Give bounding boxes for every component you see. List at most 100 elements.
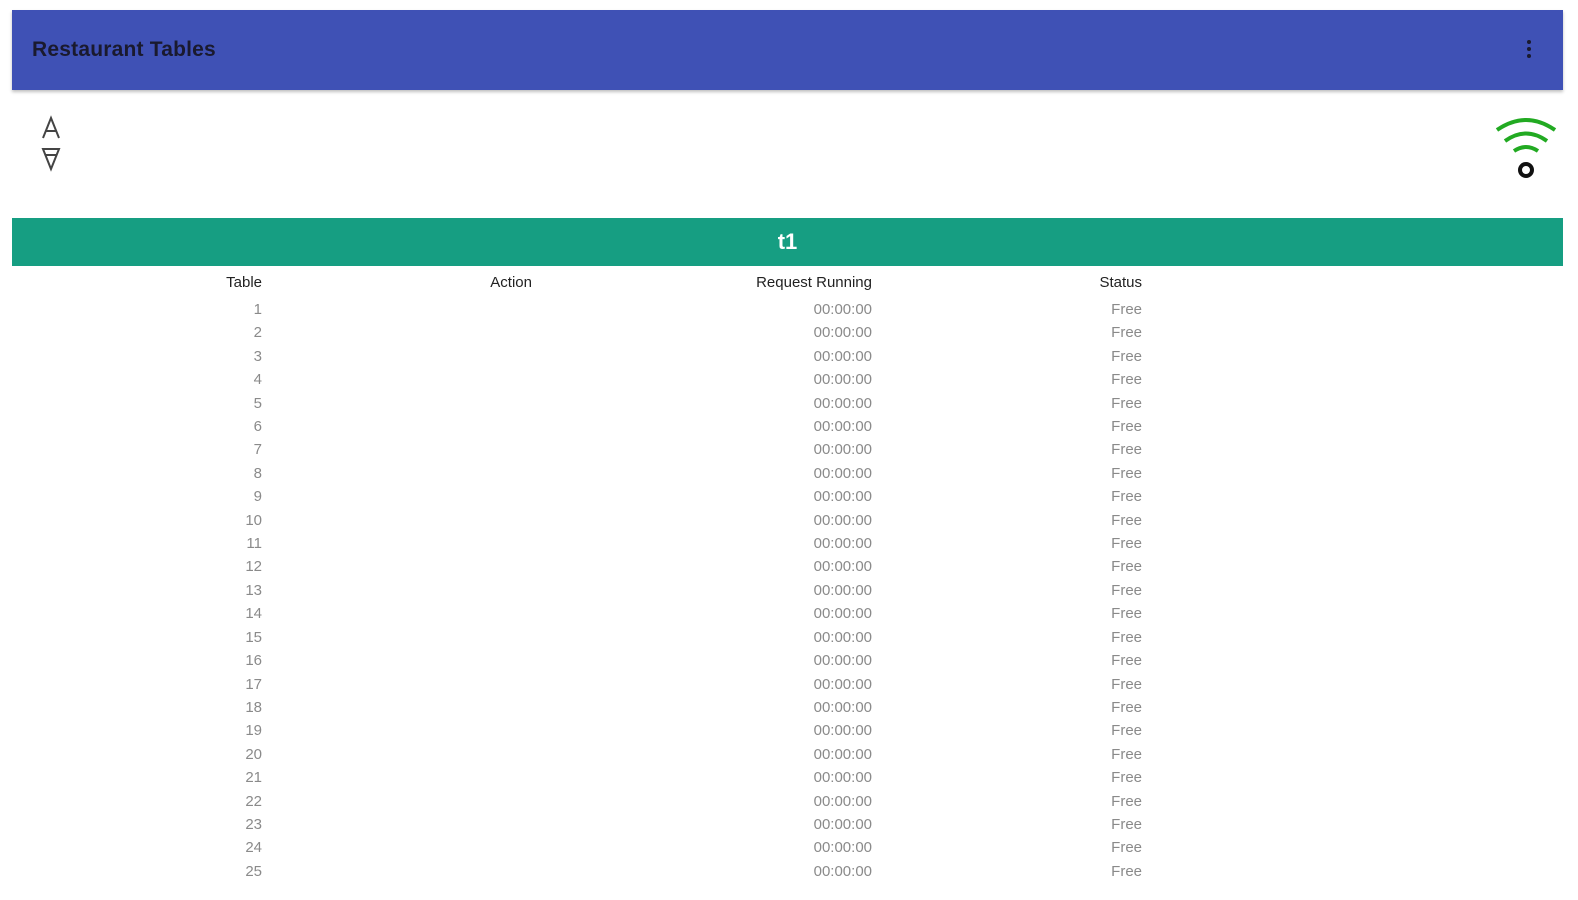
table-number-cell: 6 [253,418,262,436]
status-cell: Free [1111,324,1142,342]
status-cell: Free [1111,441,1142,459]
table-number-cell: 11 [246,535,262,553]
status-cell: Free [1111,745,1142,763]
row-spacer [1142,696,1563,719]
table-number-cell: 3 [253,347,262,365]
row-spacer [1142,719,1563,742]
row-spacer [1142,673,1563,696]
table-row[interactable]: 6 00:00:00 Free [12,415,1563,438]
row-spacer [1142,321,1563,344]
table-row[interactable]: 24 00:00:00 Free [12,836,1563,859]
action-cell [262,790,532,813]
action-cell [262,415,532,438]
row-spacer [1142,766,1563,789]
table-number-cell: 19 [245,722,262,740]
table-row[interactable]: 11 00:00:00 Free [12,532,1563,555]
request-running-cell: 00:00:00 [813,324,872,342]
table-row[interactable]: 19 00:00:00 Free [12,719,1563,742]
status-cell: Free [1111,675,1142,693]
table-row[interactable]: 21 00:00:00 Free [12,766,1563,789]
table-row[interactable]: 20 00:00:00 Free [12,743,1563,766]
table-row[interactable]: 25 00:00:00 Free [12,860,1563,883]
column-header-action: Action [490,274,532,291]
table-number-cell: 16 [245,652,262,670]
table-row[interactable]: 1 00:00:00 Free [12,298,1563,321]
table-row[interactable]: 16 00:00:00 Free [12,649,1563,672]
row-spacer [1142,602,1563,625]
status-cell: Free [1111,371,1142,389]
request-running-cell: 00:00:00 [813,371,872,389]
action-cell [262,485,532,508]
action-cell [262,321,532,344]
table-row[interactable]: 5 00:00:00 Free [12,392,1563,415]
request-running-cell: 00:00:00 [813,698,872,716]
status-cell: Free [1111,418,1142,436]
request-running-cell: 00:00:00 [813,628,872,646]
request-running-cell: 00:00:00 [813,464,872,482]
status-cell: Free [1111,488,1142,506]
table-number-cell: 4 [253,371,262,389]
action-cell [262,766,532,789]
more-vert-icon[interactable] [1521,40,1537,62]
row-spacer [1142,836,1563,859]
table-row[interactable]: 14 00:00:00 Free [12,602,1563,625]
table-number-cell: 15 [245,628,262,646]
request-running-cell: 00:00:00 [813,652,872,670]
sort-ascending-descending-icon [41,115,61,172]
row-spacer [1142,626,1563,649]
status-cell: Free [1111,862,1142,880]
table-row[interactable]: 23 00:00:00 Free [12,813,1563,836]
action-cell [262,509,532,532]
table-row[interactable]: 4 00:00:00 Free [12,368,1563,391]
table-row[interactable]: 22 00:00:00 Free [12,790,1563,813]
row-spacer [1142,813,1563,836]
status-cell: Free [1111,511,1142,529]
action-cell [262,462,532,485]
action-cell [262,836,532,859]
table-number-cell: 18 [245,698,262,716]
row-spacer [1142,392,1563,415]
table-row[interactable]: 9 00:00:00 Free [12,485,1563,508]
table-number-cell: 20 [245,745,262,763]
table-row[interactable]: 8 00:00:00 Free [12,462,1563,485]
row-spacer [1142,860,1563,883]
table-row[interactable]: 7 00:00:00 Free [12,438,1563,461]
sort-toggle-button[interactable] [38,114,66,174]
action-cell [262,696,532,719]
request-running-cell: 00:00:00 [813,769,872,787]
row-spacer [1142,298,1563,321]
request-running-cell: 00:00:00 [813,301,872,318]
status-cell: Free [1111,652,1142,670]
action-cell [262,719,532,742]
status-cell: Free [1111,605,1142,623]
table-row[interactable]: 13 00:00:00 Free [12,579,1563,602]
request-running-cell: 00:00:00 [813,792,872,810]
table-row[interactable]: 3 00:00:00 Free [12,345,1563,368]
table-row[interactable]: 2 00:00:00 Free [12,321,1563,344]
status-cell: Free [1111,815,1142,833]
request-running-cell: 00:00:00 [813,722,872,740]
status-cell: Free [1111,581,1142,599]
action-cell [262,368,532,391]
table-row[interactable]: 12 00:00:00 Free [12,555,1563,578]
column-header-status: Status [1099,274,1142,291]
table-row[interactable]: 15 00:00:00 Free [12,626,1563,649]
table-row[interactable]: 10 00:00:00 Free [12,509,1563,532]
table-number-cell: 12 [245,558,262,576]
request-running-cell: 00:00:00 [813,418,872,436]
section-header: t1 [12,218,1563,266]
status-cell: Free [1111,535,1142,553]
table-row[interactable]: 17 00:00:00 Free [12,673,1563,696]
status-cell: Free [1111,464,1142,482]
table-row[interactable]: 18 00:00:00 Free [12,696,1563,719]
status-cell: Free [1111,628,1142,646]
table-number-cell: 2 [253,324,262,342]
request-running-cell: 00:00:00 [813,511,872,529]
status-cell: Free [1111,792,1142,810]
table-number-cell: 25 [245,862,262,880]
table-number-cell: 14 [245,605,262,623]
row-spacer [1142,649,1563,672]
request-running-cell: 00:00:00 [813,394,872,412]
request-running-cell: 00:00:00 [813,441,872,459]
status-cell: Free [1111,839,1142,857]
